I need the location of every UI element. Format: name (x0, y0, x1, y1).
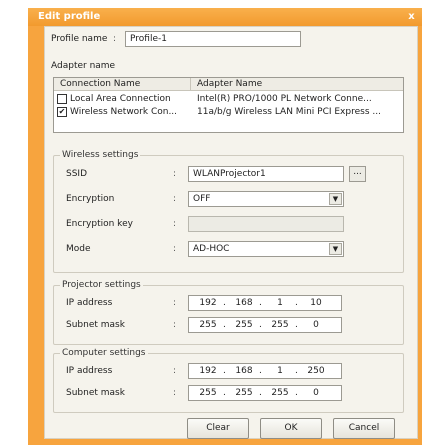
ip-octet[interactable]: 255 (267, 388, 293, 398)
ip-dot: . (259, 298, 262, 308)
adapter-connection-name: Wireless Network Con... (70, 107, 178, 117)
ssid-browse-button[interactable]: ... (349, 166, 366, 182)
mode-colon: : (173, 244, 177, 254)
encryption-key-input[interactable] (188, 216, 344, 232)
adapter-adapter-name: Intel(R) PRO/1000 PL Network Conne... (197, 94, 372, 104)
title-bar[interactable]: Edit profile x (28, 8, 422, 26)
ip-dot: . (295, 388, 298, 398)
ok-button[interactable]: OK (260, 418, 322, 439)
ip-dot: . (295, 298, 298, 308)
column-divider[interactable] (190, 78, 191, 91)
ip-dot: . (223, 320, 226, 330)
ip-octet[interactable]: 1 (267, 298, 293, 308)
ip-octet[interactable]: 192 (195, 298, 221, 308)
mode-label: Mode (66, 244, 91, 254)
ssid-input[interactable]: WLANProjector1 (188, 166, 344, 182)
computer-mask-colon: : (173, 388, 177, 398)
ip-octet[interactable]: 168 (231, 298, 257, 308)
adapter-name-label: Adapter name (51, 61, 116, 71)
projector-ip-label: IP address (66, 298, 113, 308)
ip-dot: . (223, 388, 226, 398)
encryption-select[interactable]: OFF ▼ (188, 191, 344, 207)
ip-dot: . (223, 298, 226, 308)
computer-settings-group: Computer settings IP address : 192 . 168… (53, 348, 404, 413)
encryption-key-colon: : (173, 219, 177, 229)
computer-settings-title: Computer settings (60, 348, 148, 358)
ip-octet[interactable]: 255 (195, 320, 221, 330)
adapter-checkbox-local-area[interactable] (57, 94, 67, 104)
wireless-settings-group: Wireless settings SSID : WLANProjector1 … (53, 150, 404, 273)
adapter-list-header: Connection Name Adapter Name (54, 78, 403, 91)
ip-dot: . (259, 366, 262, 376)
ip-dot: . (295, 366, 298, 376)
projector-settings-group: Projector settings IP address : 192 . 16… (53, 280, 404, 345)
ip-octet[interactable]: 255 (195, 388, 221, 398)
ip-dot: . (295, 320, 298, 330)
profile-name-input[interactable]: Profile-1 (125, 31, 301, 47)
edit-profile-dialog: Edit profile x Profile name : Profile-1 … (28, 8, 422, 445)
profile-name-label: Profile name (51, 34, 108, 44)
adapter-adapter-name: 11a/b/g Wireless LAN Mini PCI Express ..… (197, 107, 381, 117)
adapter-checkbox-wireless[interactable]: ✔ (57, 107, 67, 117)
ip-octet[interactable]: 255 (231, 320, 257, 330)
projector-subnet-input[interactable]: 255 . 255 . 255 . 0 (188, 317, 342, 333)
cancel-button[interactable]: Cancel (333, 418, 395, 439)
ip-octet[interactable]: 1 (267, 366, 293, 376)
ssid-label: SSID (66, 169, 88, 179)
clear-button[interactable]: Clear (187, 418, 249, 439)
projector-settings-title: Projector settings (60, 280, 143, 290)
ip-octet[interactable]: 192 (195, 366, 221, 376)
computer-mask-label: Subnet mask (66, 388, 125, 398)
adapter-row-wireless[interactable]: ✔ Wireless Network Con... 11a/b/g Wirele… (54, 106, 403, 119)
ip-dot: . (259, 388, 262, 398)
encryption-key-label: Encryption key (66, 219, 133, 229)
encryption-colon: : (173, 194, 177, 204)
adapter-list[interactable]: Connection Name Adapter Name Local Area … (53, 77, 404, 133)
ip-dot: . (223, 366, 226, 376)
mode-value: AD-HOC (193, 244, 230, 254)
close-icon[interactable]: x (405, 11, 418, 23)
ssid-colon: : (173, 169, 177, 179)
ip-octet[interactable]: 255 (231, 388, 257, 398)
ip-octet[interactable]: 10 (303, 298, 329, 308)
adapter-row-local-area[interactable]: Local Area Connection Intel(R) PRO/1000 … (54, 93, 403, 106)
window-title: Edit profile (38, 11, 101, 22)
projector-mask-label: Subnet mask (66, 320, 125, 330)
column-adapter-name[interactable]: Adapter Name (197, 79, 262, 89)
wireless-settings-title: Wireless settings (60, 150, 141, 160)
ip-octet[interactable]: 0 (303, 388, 329, 398)
column-connection-name[interactable]: Connection Name (60, 79, 140, 89)
computer-ip-label: IP address (66, 366, 113, 376)
ip-octet[interactable]: 255 (267, 320, 293, 330)
computer-ip-colon: : (173, 366, 177, 376)
projector-mask-colon: : (173, 320, 177, 330)
projector-ip-input[interactable]: 192 . 168 . 1 . 10 (188, 295, 342, 311)
ip-octet[interactable]: 250 (303, 366, 329, 376)
chevron-down-icon[interactable]: ▼ (329, 193, 342, 205)
computer-ip-input[interactable]: 192 . 168 . 1 . 250 (188, 363, 342, 379)
projector-ip-colon: : (173, 298, 177, 308)
ip-octet[interactable]: 168 (231, 366, 257, 376)
computer-subnet-input[interactable]: 255 . 255 . 255 . 0 (188, 385, 342, 401)
encryption-value: OFF (193, 194, 211, 204)
ip-dot: . (259, 320, 262, 330)
mode-select[interactable]: AD-HOC ▼ (188, 241, 344, 257)
dialog-body: Profile name : Profile-1 Adapter name Co… (44, 26, 418, 439)
adapter-connection-name: Local Area Connection (70, 94, 171, 104)
profile-name-colon: : (113, 34, 117, 44)
encryption-label: Encryption (66, 194, 115, 204)
chevron-down-icon[interactable]: ▼ (329, 243, 342, 255)
ip-octet[interactable]: 0 (303, 320, 329, 330)
